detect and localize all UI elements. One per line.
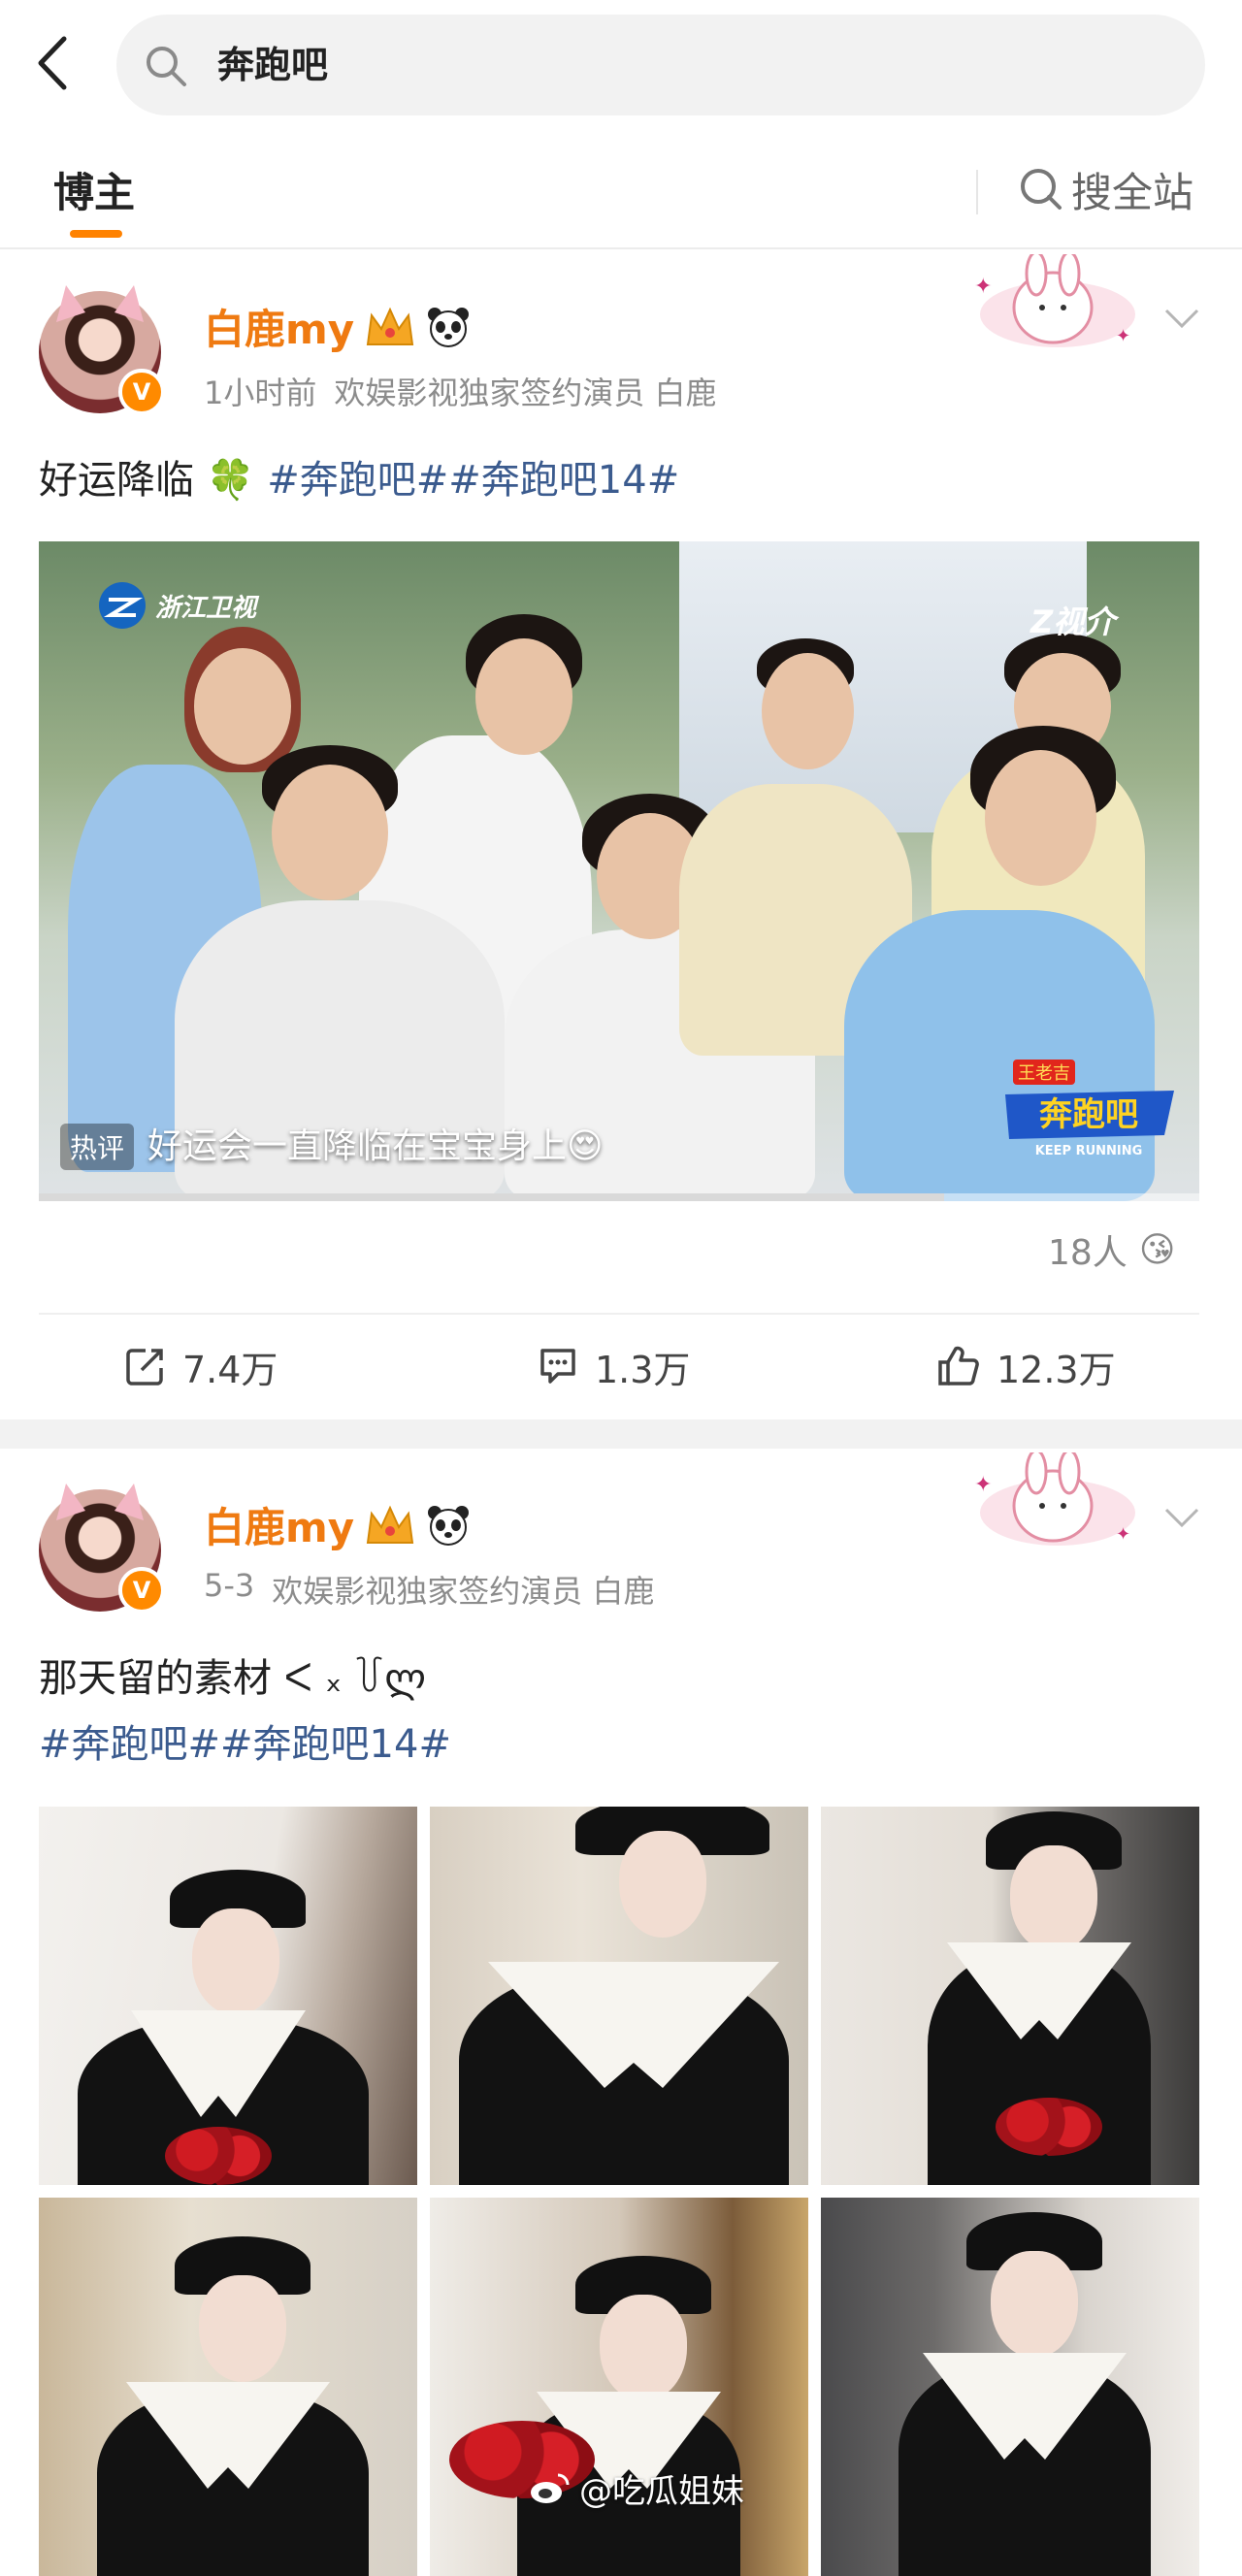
post-body: 那天留的素材 <box>39 1656 272 1701</box>
hot-comment-text: 好运会一直降临在宝宝身上😍 <box>147 1126 604 1166</box>
show-subtitle-label: KEEP RUNNING <box>1035 1144 1143 1158</box>
user-row: 白鹿my <box>204 297 471 356</box>
tab-bar: 博主 搜全站 <box>0 131 1242 247</box>
post-hashtags: #奔跑吧##奔跑吧14# <box>39 1712 451 1769</box>
avatar[interactable]: V <box>39 285 165 415</box>
verified-badge: V <box>118 1567 165 1614</box>
photo-thumbnail[interactable] <box>821 1807 1199 2185</box>
reaction-emoji: 😘 <box>1138 1229 1176 1270</box>
user-row: 白鹿my <box>204 1495 471 1554</box>
video-player[interactable]: 浙江卫视 Z视介 王老吉 奔跑吧 KEEP RUNNING 热评 好运会一直降临… <box>39 541 1199 1201</box>
channel-logo: 浙江卫视 <box>97 580 256 631</box>
back-button[interactable] <box>27 29 76 97</box>
video-figure <box>762 653 854 769</box>
svg-text:✦: ✦ <box>1116 326 1130 346</box>
search-all-label: 搜全站 <box>1071 168 1194 216</box>
search-query: 奔跑吧 <box>217 44 329 86</box>
svg-text:✦: ✦ <box>974 1473 992 1497</box>
tab-blogger[interactable]: 博主 <box>53 160 135 219</box>
search-icon <box>147 47 186 86</box>
hashtag-link[interactable]: #奔跑吧##奔跑吧14# <box>267 458 679 503</box>
show-logo-graphic: 王老吉 奔跑吧 KEEP RUNNING <box>1005 1060 1174 1158</box>
hashtag-link[interactable]: #奔跑吧##奔跑吧14# <box>39 1722 451 1767</box>
tab-separator <box>976 170 978 214</box>
panda-icon <box>428 1505 470 1546</box>
like-count: 12.3万 <box>997 1348 1116 1391</box>
show-sponsor-label: 王老吉 <box>1018 1063 1070 1084</box>
comment-count: 1.3万 <box>595 1348 691 1391</box>
cat-ears-icon <box>56 1484 144 1520</box>
video-figure <box>985 750 1096 886</box>
divider <box>39 1313 1199 1315</box>
cat-ears-icon <box>56 285 144 322</box>
thumbs-up-icon <box>938 1346 979 1386</box>
comment-button[interactable]: 1.3万 <box>537 1322 690 1410</box>
search-all-button[interactable]: 搜全站 <box>1019 160 1193 218</box>
photo-thumbnail[interactable] <box>821 2198 1199 2576</box>
video-figure <box>475 638 572 755</box>
post-text: 那天留的素材 ᐸ ₓ ꒦ლ <box>39 1647 426 1703</box>
share-button[interactable]: 7.4万 <box>124 1322 278 1410</box>
panda-icon <box>428 307 470 347</box>
share-icon <box>126 1349 163 1386</box>
channel-logo-icon <box>99 582 146 629</box>
watermark: @吃瓜姐妹 <box>529 2464 744 2512</box>
crown-icon <box>367 307 414 345</box>
reaction-count: 18人 <box>1048 1233 1128 1273</box>
tab-active-indicator <box>70 230 122 238</box>
photo-thumbnail[interactable] <box>430 2198 808 2576</box>
photo-thumbnail[interactable] <box>430 1807 808 2185</box>
weibo-logo-icon <box>531 2473 570 2503</box>
post-time: 1小时前 <box>204 375 317 411</box>
user-name[interactable]: 白鹿my <box>204 1495 354 1554</box>
chevron-down-icon[interactable] <box>1162 307 1201 330</box>
svg-text:✦: ✦ <box>1116 1524 1130 1545</box>
reaction-summary[interactable]: 18人 😘 <box>1048 1224 1175 1275</box>
divider <box>0 247 1242 249</box>
show-logo: 王老吉 奔跑吧 KEEP RUNNING <box>999 1056 1184 1162</box>
video-figure <box>194 648 291 765</box>
kaomoji: ᐸ ₓ ꒦ლ <box>283 1656 426 1701</box>
watermark-text: @吃瓜姐妹 <box>579 2472 744 2511</box>
video-figure <box>272 765 388 900</box>
search-icon <box>1021 169 1062 210</box>
photo-thumbnail[interactable] <box>39 2198 417 2576</box>
top-bar: 奔跑吧 <box>0 0 1242 131</box>
action-bar: 7.4万 1.3万 12.3万 <box>0 1322 1242 1410</box>
show-title-label: 奔跑吧 <box>1039 1095 1138 1134</box>
bunny-sticker-icon: ✦✦ <box>974 1452 1135 1546</box>
video-progress-fill <box>39 1193 944 1201</box>
photo-thumbnail[interactable] <box>39 1807 417 2185</box>
clover-emoji: 🍀 <box>206 458 255 503</box>
post-meta: 5-3 欢娱影视独家签约演员 白鹿 <box>204 1567 654 1612</box>
bunny-sticker-icon: ✦✦ <box>974 254 1135 347</box>
post-meta: 1小时前 欢娱影视独家签约演员 白鹿 <box>204 369 717 413</box>
avatar[interactable]: V <box>39 1484 165 1614</box>
user-description: 欢娱影视独家签约演员 白鹿 <box>334 375 717 411</box>
verified-badge: V <box>118 369 165 415</box>
post-time: 5-3 <box>204 1567 255 1604</box>
like-button[interactable]: 12.3万 <box>936 1322 1116 1410</box>
hot-comment-badge: 热评 <box>60 1124 135 1170</box>
platform-logo: Z视介 <box>1030 603 1116 640</box>
crown-icon <box>367 1505 414 1544</box>
svg-text:✦: ✦ <box>974 275 992 299</box>
chevron-down-icon[interactable] <box>1162 1506 1201 1529</box>
user-name[interactable]: 白鹿my <box>204 297 354 356</box>
post-text: 好运降临 🍀 #奔跑吧##奔跑吧14# <box>39 448 679 505</box>
user-description: 欢娱影视独家签约演员 白鹿 <box>272 1573 655 1610</box>
share-count: 7.4万 <box>182 1348 278 1391</box>
chevron-left-icon <box>38 36 67 90</box>
post-body: 好运降临 <box>39 458 194 503</box>
section-divider <box>0 1419 1242 1449</box>
channel-logo-text: 浙江卫视 <box>155 593 257 623</box>
comment-icon <box>540 1349 575 1384</box>
search-input[interactable]: 奔跑吧 <box>116 15 1205 115</box>
